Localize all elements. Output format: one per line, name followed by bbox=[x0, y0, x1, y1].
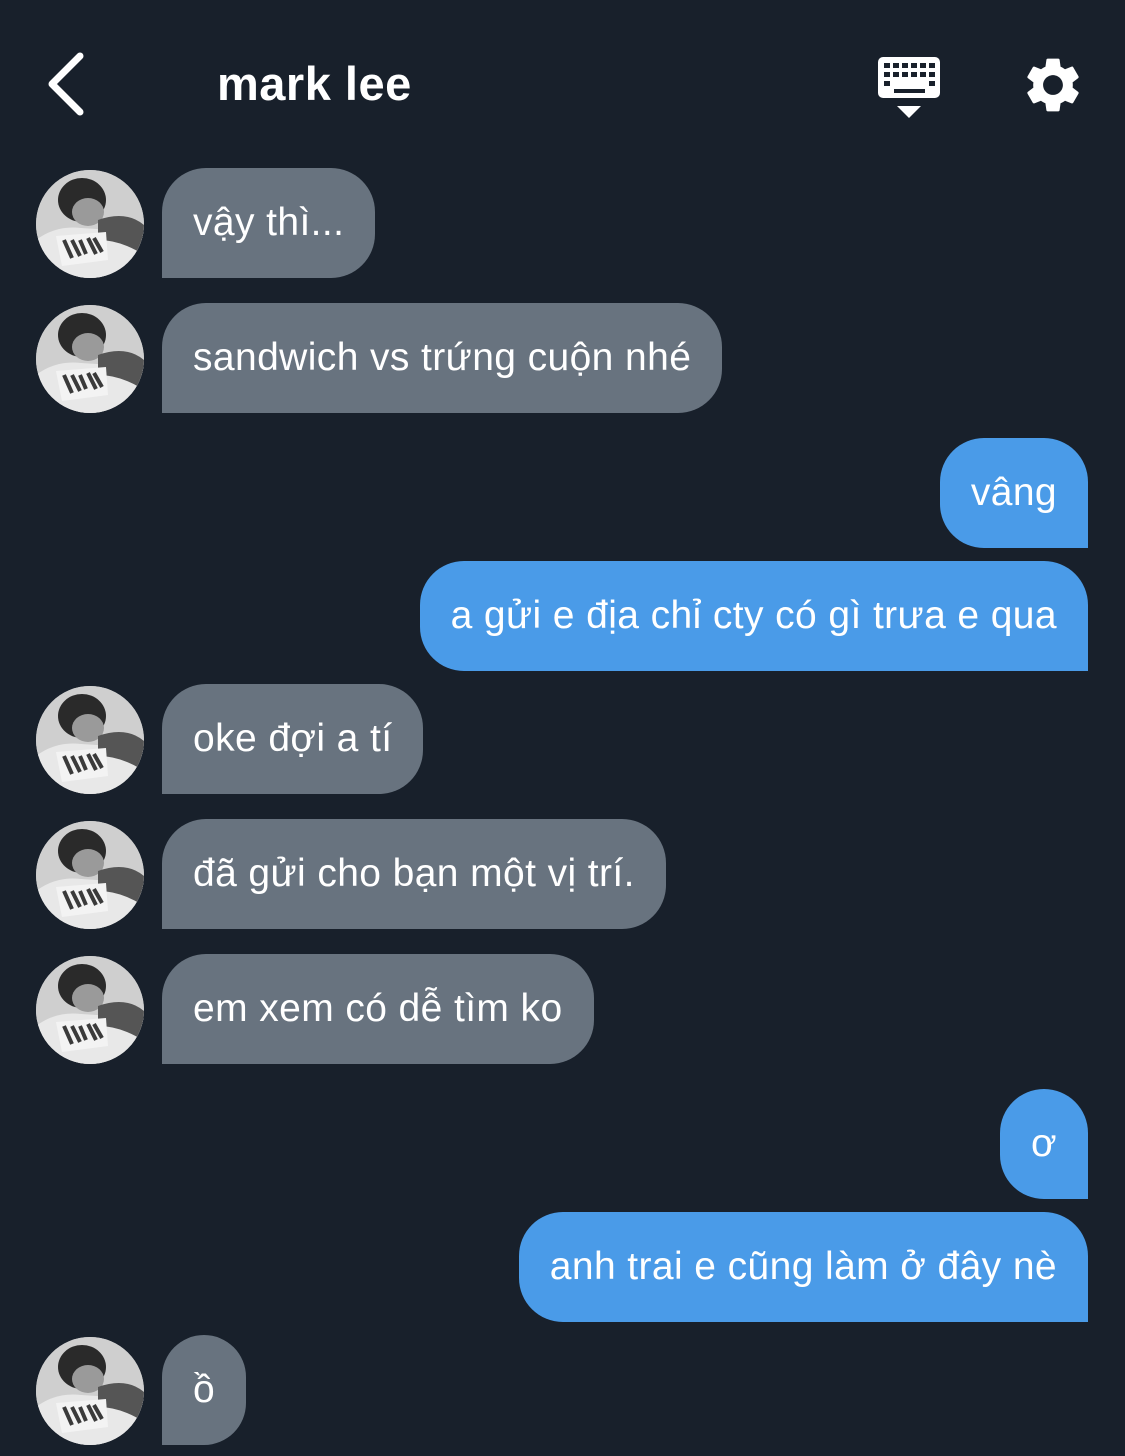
avatar[interactable] bbox=[36, 686, 144, 794]
chevron-left-icon bbox=[48, 52, 84, 116]
message-row: ồ bbox=[0, 1335, 1125, 1447]
message-row: a gửi e địa chỉ cty có gì trưa e qua bbox=[0, 561, 1125, 673]
message-row: vậy thì... bbox=[0, 168, 1125, 280]
message-row: em xem có dễ tìm ko bbox=[0, 954, 1125, 1066]
avatar-photo bbox=[36, 1337, 144, 1445]
avatar[interactable] bbox=[36, 821, 144, 929]
outgoing-message-bubble[interactable]: anh trai e cũng làm ở đây nè bbox=[518, 1212, 1088, 1322]
avatar[interactable] bbox=[36, 305, 144, 413]
avatar-photo bbox=[36, 170, 144, 278]
keyboard-button[interactable] bbox=[874, 52, 944, 122]
incoming-message-bubble[interactable]: em xem có dễ tìm ko bbox=[162, 954, 594, 1064]
incoming-message-bubble[interactable]: sandwich vs trứng cuộn nhé bbox=[162, 303, 723, 413]
avatar[interactable] bbox=[36, 1337, 144, 1445]
gear-icon bbox=[1027, 58, 1079, 112]
outgoing-message-bubble[interactable]: vâng bbox=[939, 438, 1088, 548]
incoming-message-bubble[interactable]: vậy thì... bbox=[162, 168, 376, 278]
avatar-photo bbox=[36, 821, 144, 929]
chat-header: mark lee bbox=[0, 0, 1125, 160]
chat-title: mark lee bbox=[217, 57, 412, 110]
message-row: oke đợi a tí bbox=[0, 684, 1125, 796]
message-row: đã gửi cho bạn một vị trí. bbox=[0, 819, 1125, 931]
message-row: anh trai e cũng làm ở đây nè bbox=[0, 1212, 1125, 1324]
message-row: vâng bbox=[0, 438, 1125, 550]
keyboard-icon bbox=[878, 57, 940, 118]
avatar[interactable] bbox=[36, 956, 144, 1064]
back-button[interactable] bbox=[36, 46, 100, 122]
settings-button[interactable] bbox=[1020, 52, 1086, 118]
incoming-message-bubble[interactable]: ồ bbox=[162, 1335, 247, 1445]
outgoing-message-bubble[interactable]: a gửi e địa chỉ cty có gì trưa e qua bbox=[419, 561, 1088, 671]
outgoing-message-bubble[interactable]: ơ bbox=[1000, 1089, 1088, 1199]
incoming-message-bubble[interactable]: đã gửi cho bạn một vị trí. bbox=[162, 819, 666, 929]
message-row: ơ bbox=[0, 1089, 1125, 1201]
avatar-photo bbox=[36, 956, 144, 1064]
avatar-photo bbox=[36, 305, 144, 413]
avatar-photo bbox=[36, 686, 144, 794]
message-row: sandwich vs trứng cuộn nhé bbox=[0, 303, 1125, 415]
avatar[interactable] bbox=[36, 170, 144, 278]
incoming-message-bubble[interactable]: oke đợi a tí bbox=[162, 684, 424, 794]
